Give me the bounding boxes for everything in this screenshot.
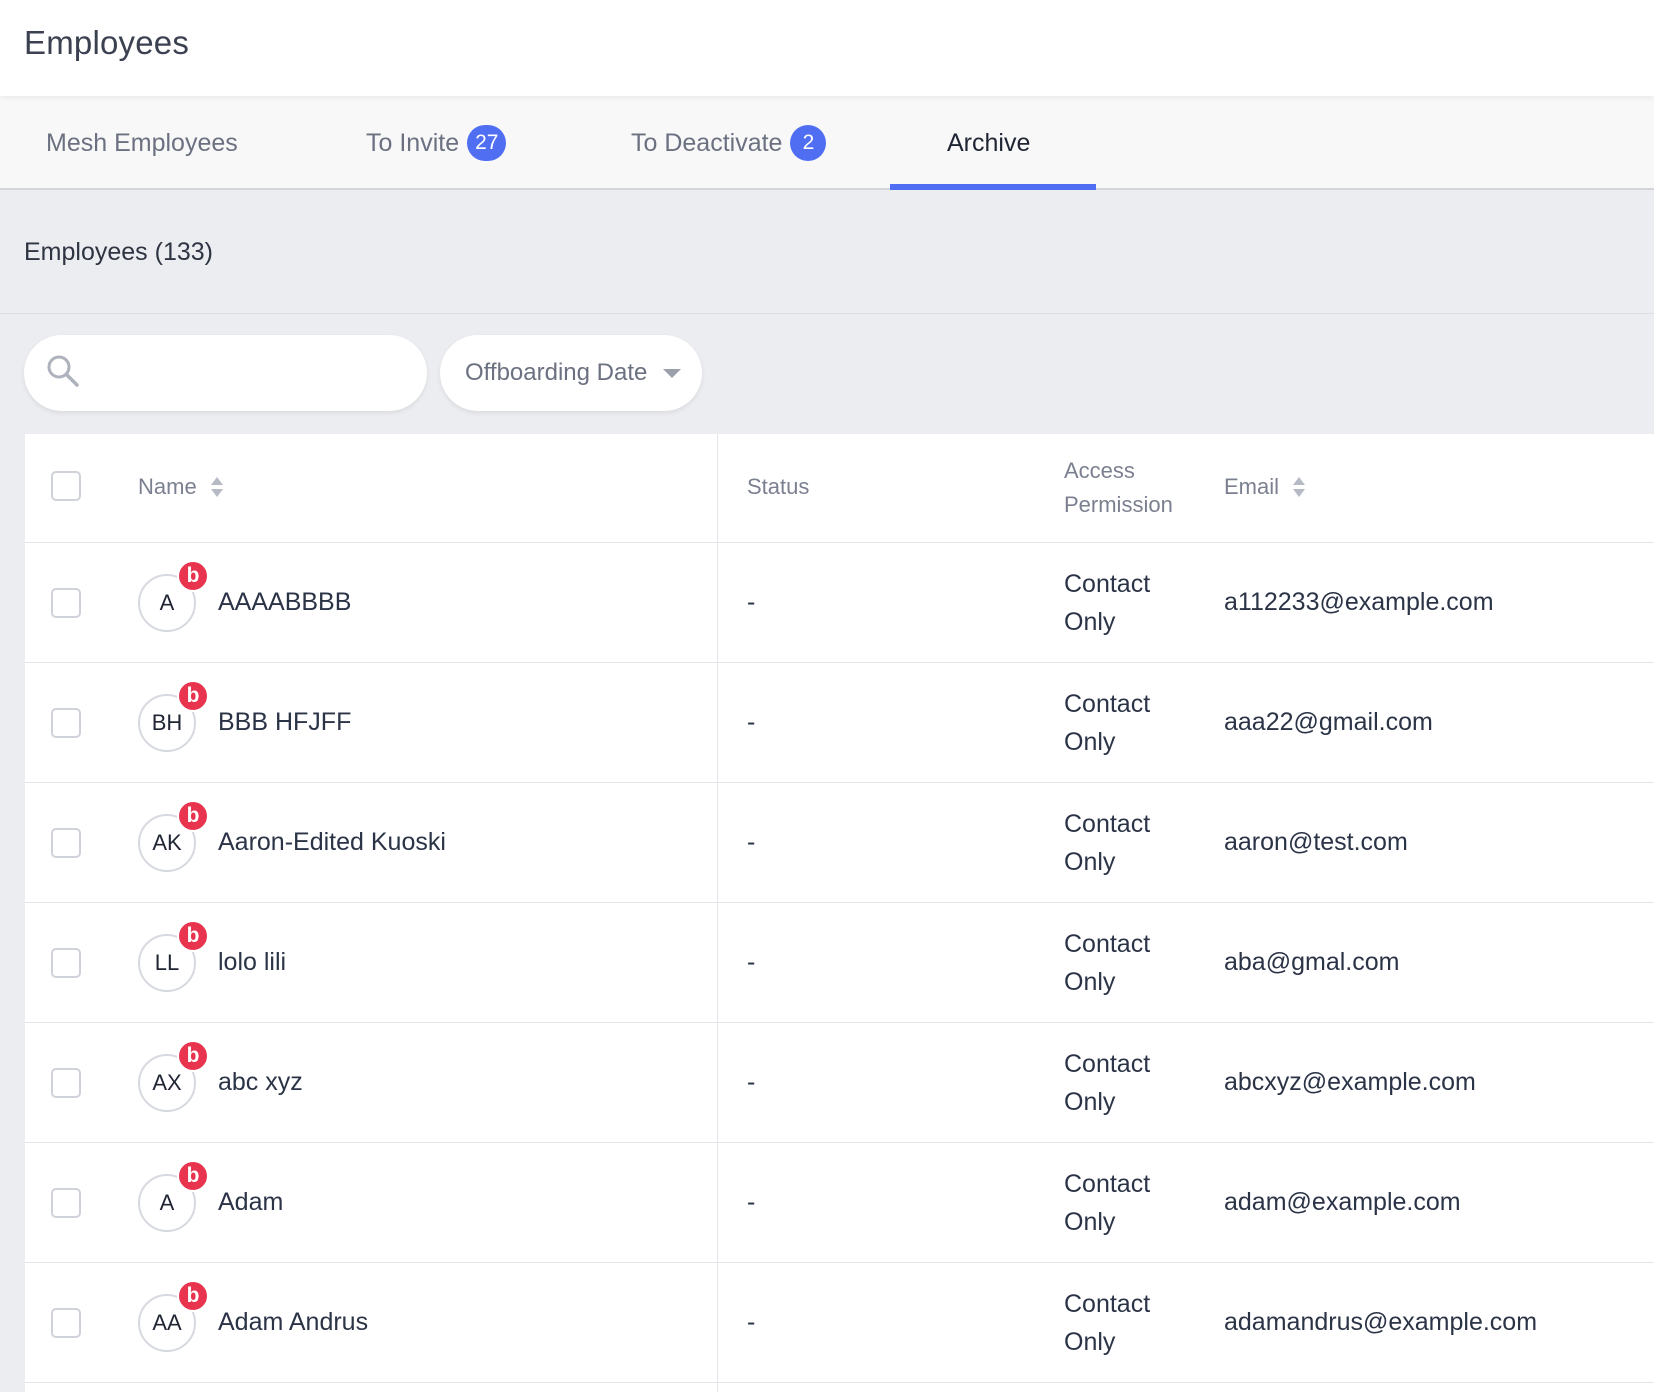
table-row[interactable]: BH b BBB HFJFF - Contact Only aaa22@gmai… xyxy=(25,663,1654,783)
column-header-name[interactable]: Name xyxy=(138,474,223,500)
employee-email: aaron@test.com xyxy=(1224,828,1408,856)
employee-status: - xyxy=(747,1188,756,1216)
access-line: Only xyxy=(1064,1208,1116,1236)
table-row[interactable]: AX b abc xyz - Contact Only abcxyz@examp… xyxy=(25,1023,1654,1143)
access-line: Only xyxy=(1064,968,1116,996)
employee-status: - xyxy=(747,708,756,736)
page-title: Employees xyxy=(24,24,190,61)
access-line: Contact xyxy=(1064,810,1151,838)
access-permission: Contact Only xyxy=(1064,925,1150,1001)
beats-badge-icon: b xyxy=(177,1160,209,1192)
table-row[interactable]: AK b Aaron-Edited Kuoski - Contact Only … xyxy=(25,783,1654,903)
access-line: Contact xyxy=(1064,1290,1151,1318)
row-checkbox[interactable] xyxy=(51,948,81,978)
tab-bar: Mesh Employees To Invite 27 To Deactivat… xyxy=(0,96,1654,190)
column-header-label: Permission xyxy=(1064,492,1173,517)
tab-label: To Invite xyxy=(366,128,460,157)
access-permission: Contact Only xyxy=(1064,1165,1150,1241)
tab-label: To Deactivate xyxy=(631,128,783,157)
employee-status: - xyxy=(747,1308,756,1336)
employee-email: adamandrus@example.com xyxy=(1224,1308,1538,1336)
employee-name[interactable]: Adam xyxy=(218,1188,283,1217)
employee-status: - xyxy=(747,1068,756,1096)
count-badge: 27 xyxy=(467,125,507,161)
column-header-status: Status xyxy=(747,474,809,500)
access-line: Only xyxy=(1064,1328,1116,1356)
tab-to-invite[interactable]: To Invite 27 xyxy=(366,96,507,190)
employee-email: adam@example.com xyxy=(1224,1188,1461,1216)
employee-name[interactable]: AAAABBBB xyxy=(218,588,351,617)
tab-to-deactivate[interactable]: To Deactivate 2 xyxy=(631,96,827,190)
tab-label: Mesh Employees xyxy=(46,128,238,157)
column-header-email[interactable]: Email xyxy=(1224,474,1306,500)
employee-name[interactable]: abc xyz xyxy=(218,1068,303,1097)
access-line: Only xyxy=(1064,728,1116,756)
access-permission: Contact Only xyxy=(1064,565,1150,641)
table-header: Name Status Access Permission Email xyxy=(25,434,1654,543)
employee-name[interactable]: lolo lili xyxy=(218,948,286,977)
access-line: Only xyxy=(1064,1088,1116,1116)
access-permission: Contact Only xyxy=(1064,685,1150,761)
employee-name[interactable]: BBB HFJFF xyxy=(218,708,351,737)
row-checkbox[interactable] xyxy=(51,1308,81,1338)
beats-badge-icon: b xyxy=(177,800,209,832)
access-line: Contact xyxy=(1064,690,1151,718)
employee-name[interactable]: Adam Andrus xyxy=(218,1308,368,1337)
employee-email: aba@gmal.com xyxy=(1224,948,1400,976)
employees-table: Name Status Access Permission Email A b … xyxy=(25,434,1654,1392)
row-checkbox[interactable] xyxy=(51,588,81,618)
search-icon xyxy=(46,354,80,393)
table-row[interactable]: LL b lolo lili - Contact Only aba@gmal.c… xyxy=(25,903,1654,1023)
employee-status: - xyxy=(747,828,756,856)
count-badge: 2 xyxy=(790,125,827,161)
offboarding-date-filter[interactable]: Offboarding Date xyxy=(440,335,702,411)
access-permission: Contact Only xyxy=(1064,805,1150,881)
access-line: Contact xyxy=(1064,1050,1151,1078)
table-row[interactable]: A b AAAABBBB - Contact Only a112233@exam… xyxy=(25,543,1654,663)
column-header-label: Name xyxy=(138,474,197,499)
section-title: Employees (133) xyxy=(24,238,213,266)
tab-mesh-employees[interactable]: Mesh Employees xyxy=(46,96,238,190)
sort-icon[interactable] xyxy=(1293,477,1306,497)
employee-email: a112233@example.com xyxy=(1224,588,1494,616)
beats-badge-icon: b xyxy=(177,560,209,592)
access-line: Only xyxy=(1064,608,1116,636)
access-line: Contact xyxy=(1064,1170,1151,1198)
search-box[interactable] xyxy=(24,335,427,411)
row-checkbox[interactable] xyxy=(51,828,81,858)
employee-status: - xyxy=(747,588,756,616)
chevron-down-icon xyxy=(663,368,682,378)
divider xyxy=(0,313,1654,314)
sort-icon[interactable] xyxy=(210,477,223,497)
top-bar: Employees xyxy=(0,0,1654,96)
column-header-access-permission: Access Permission xyxy=(1064,454,1173,522)
beats-badge-icon: b xyxy=(177,1040,209,1072)
table-row[interactable]: AA b Adam Andrus - Contact Only adamandr… xyxy=(25,1263,1654,1383)
access-line: Contact xyxy=(1064,930,1151,958)
column-header-label: Status xyxy=(747,474,810,499)
select-all-checkbox[interactable] xyxy=(51,471,81,501)
beats-badge-icon: b xyxy=(177,1280,209,1312)
employee-name[interactable]: Aaron-Edited Kuoski xyxy=(218,828,446,857)
row-checkbox[interactable] xyxy=(51,1188,81,1218)
tab-label: Archive xyxy=(947,128,1031,157)
access-line: Only xyxy=(1064,848,1116,876)
row-checkbox[interactable] xyxy=(51,1068,81,1098)
beats-badge-icon: b xyxy=(177,920,209,952)
search-input[interactable] xyxy=(94,360,394,386)
row-checkbox[interactable] xyxy=(51,708,81,738)
column-header-label: Email xyxy=(1224,474,1280,499)
table-row[interactable]: A b Adam - Contact Only adam@example.com xyxy=(25,1143,1654,1263)
employee-email: aaa22@gmail.com xyxy=(1224,708,1433,736)
access-line: Contact xyxy=(1064,570,1151,598)
access-permission: Contact Only xyxy=(1064,1045,1150,1121)
employee-email: abcxyz@example.com xyxy=(1224,1068,1476,1096)
active-tab-indicator xyxy=(890,184,1096,190)
tab-archive[interactable]: Archive xyxy=(947,96,1030,190)
employee-status: - xyxy=(747,948,756,976)
column-header-label: Access xyxy=(1064,458,1135,483)
beats-badge-icon: b xyxy=(177,680,209,712)
access-permission: Contact Only xyxy=(1064,1285,1150,1361)
filter-label: Offboarding Date xyxy=(465,359,648,386)
